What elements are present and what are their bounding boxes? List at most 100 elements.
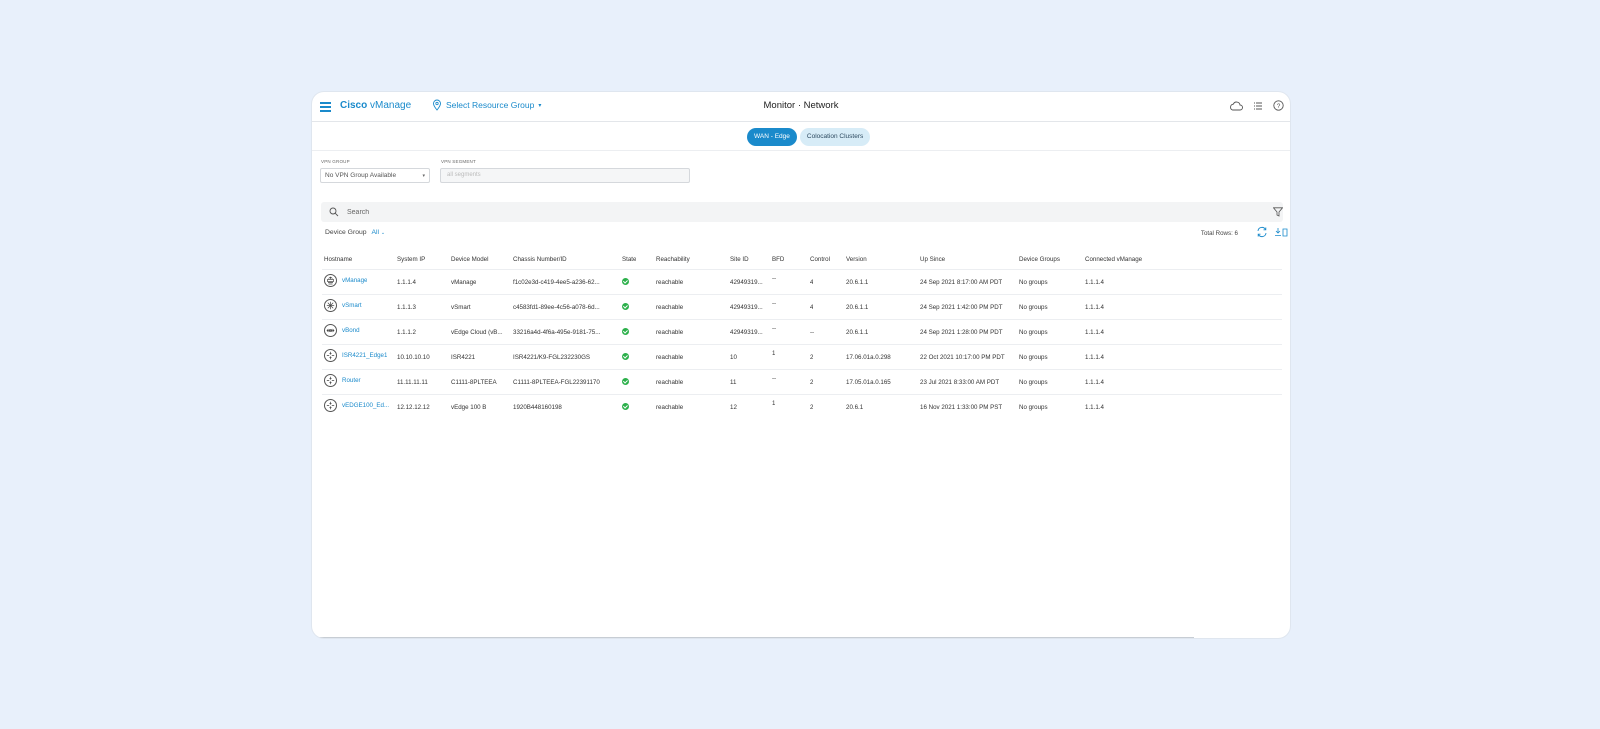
- search-bar: [321, 202, 1283, 222]
- chassis-cell: ISR4221/K9-FGL232230GS: [513, 354, 591, 361]
- connected-vmanage-cell: 1.1.1.4: [1085, 304, 1104, 311]
- col-header-version[interactable]: Version: [846, 256, 867, 263]
- chassis-cell: c4583fd1-89ee-4c56-a078-6d...: [513, 304, 600, 311]
- hostname-link[interactable]: vManage: [342, 277, 367, 284]
- hostname-link[interactable]: ISR4221_Edge1: [342, 352, 387, 359]
- vpn-group-label: VPN GROUP: [321, 159, 350, 164]
- state-cell: [622, 303, 629, 312]
- hamburger-menu-icon[interactable]: [320, 102, 331, 112]
- device-model-cell: vManage: [451, 279, 477, 286]
- col-header-hostname[interactable]: Hostname: [324, 256, 352, 263]
- table-row[interactable]: vEDGE100_Ed... 12.12.12.12 vEdge 100 B 1…: [322, 394, 1282, 419]
- top-bar: Cisco vManage Select Resource Group ▾ Mo…: [312, 92, 1290, 122]
- state-cell: [622, 378, 629, 387]
- connected-vmanage-cell: 1.1.1.4: [1085, 354, 1104, 361]
- version-cell: 17.06.01a.0.298: [846, 354, 891, 361]
- bfd-cell: --: [772, 275, 777, 282]
- chevron-down-icon: ⌄: [380, 230, 386, 236]
- resource-group-selector[interactable]: Select Resource Group ▾: [432, 99, 541, 111]
- state-cell: [622, 328, 629, 337]
- col-header-up-since[interactable]: Up Since: [920, 256, 945, 263]
- vpn-group-value: No VPN Group Available: [325, 172, 397, 179]
- brand-rest: vManage: [367, 100, 412, 111]
- table-row[interactable]: vBond 1.1.1.2 vEdge Cloud (vB... 33216a4…: [322, 319, 1282, 344]
- table-row[interactable]: Router 11.11.11.11 C1111-8PLTEEA C1111-8…: [322, 369, 1282, 394]
- col-header-system-ip[interactable]: System IP: [397, 256, 425, 263]
- vpn-segment-input[interactable]: all segments: [440, 168, 690, 183]
- hostname-cell: vSmart: [324, 299, 362, 312]
- divider: [312, 150, 1290, 151]
- hostname-link[interactable]: vEDGE100_Ed...: [342, 402, 389, 409]
- col-header-site-id[interactable]: Site ID: [730, 256, 768, 263]
- chassis-cell: C1111-8PLTEEA-FGL22391170: [513, 379, 600, 386]
- hostname-link[interactable]: vBond: [342, 327, 360, 334]
- version-cell: 20.6.1.1: [846, 304, 869, 311]
- filter-icon[interactable]: [1273, 207, 1283, 217]
- table-row[interactable]: ISR4221_Edge1 10.10.10.10 ISR4221 ISR422…: [322, 344, 1282, 369]
- bfd-cell: --: [772, 375, 777, 382]
- search-icon: [329, 207, 339, 217]
- app-brand[interactable]: Cisco vManage: [340, 100, 411, 111]
- device-groups-cell: No groups: [1019, 354, 1048, 361]
- system-ip-cell: 1.1.1.2: [397, 329, 416, 336]
- router-icon: [324, 374, 337, 387]
- table-row[interactable]: vSmart 1.1.1.3 vSmart c4583fd1-89ee-4c56…: [322, 294, 1282, 319]
- col-header-connected-vmanage[interactable]: Connected vManage: [1085, 256, 1142, 263]
- help-icon[interactable]: ?: [1273, 100, 1284, 111]
- control-cell: 2: [810, 354, 814, 361]
- bfd-cell[interactable]: 1: [772, 400, 775, 407]
- vpn-segment-label: VPN SEGMENT: [441, 159, 476, 164]
- hostname-cell: vEDGE100_Ed...: [324, 399, 389, 412]
- table-row[interactable]: vManage 1.1.1.4 vManage f1c02e3d-c419-4e…: [322, 269, 1282, 294]
- location-pin-icon: [433, 99, 441, 111]
- task-list-icon[interactable]: [1253, 101, 1263, 111]
- device-group-selected: All: [371, 229, 380, 236]
- device-model-cell: ISR4221: [451, 354, 476, 361]
- device-group-value[interactable]: All ⌄: [371, 229, 385, 236]
- col-header-chassis[interactable]: Chassis Number/ID: [513, 256, 617, 263]
- connected-vmanage-cell: 1.1.1.4: [1085, 329, 1104, 336]
- site-id-cell: 11: [730, 379, 737, 386]
- system-ip-cell: 1.1.1.3: [397, 304, 416, 311]
- col-header-device-groups[interactable]: Device Groups: [1019, 256, 1060, 263]
- version-cell: 20.6.1.1: [846, 279, 869, 286]
- search-input[interactable]: [347, 202, 1247, 222]
- reachability-cell: reachable: [656, 304, 684, 311]
- reachability-cell: reachable: [656, 279, 684, 286]
- col-header-device-model[interactable]: Device Model: [451, 256, 489, 263]
- up-since-cell: 16 Nov 2021 1:33:00 PM PST: [920, 404, 1003, 411]
- device-group-filter: Device Group All ⌄: [325, 229, 385, 236]
- hostname-link[interactable]: Router: [342, 377, 361, 384]
- site-id-cell: 10: [730, 354, 737, 361]
- state-cell: [622, 403, 629, 412]
- hostname-link[interactable]: vSmart: [342, 302, 362, 309]
- hostname-cell: vBond: [324, 324, 360, 337]
- bfd-cell[interactable]: 1: [772, 350, 775, 357]
- check-circle-icon: [622, 328, 629, 335]
- cloud-icon[interactable]: [1229, 101, 1243, 111]
- horizontal-scrollbar[interactable]: [312, 637, 1194, 638]
- router-icon: [324, 349, 337, 362]
- device-groups-cell: No groups: [1019, 379, 1048, 386]
- up-since-cell: 22 Oct 2021 10:17:00 PM PDT: [920, 354, 1005, 361]
- tab-colocation-clusters[interactable]: Colocation Clusters: [799, 128, 871, 146]
- col-header-bfd[interactable]: BFD: [772, 256, 784, 263]
- check-circle-icon: [622, 303, 629, 310]
- download-icon[interactable]: [1274, 227, 1288, 237]
- tab-wan-edge[interactable]: WAN - Edge: [747, 128, 797, 146]
- connected-vmanage-cell: 1.1.1.4: [1085, 404, 1104, 411]
- col-header-state[interactable]: State: [622, 256, 636, 263]
- col-header-reachability[interactable]: Reachability: [656, 256, 690, 263]
- up-since-cell: 24 Sep 2021 1:28:00 PM PDT: [920, 329, 1003, 336]
- up-since-cell: 24 Sep 2021 8:17:00 AM PDT: [920, 279, 1003, 286]
- refresh-icon[interactable]: [1256, 226, 1268, 238]
- svg-text:?: ?: [1277, 103, 1281, 110]
- view-tabs: WAN - Edge Colocation Clusters: [747, 128, 871, 146]
- chevron-down-icon: ▾: [422, 173, 425, 179]
- col-header-control[interactable]: Control: [810, 256, 830, 263]
- state-cell: [622, 278, 629, 287]
- chassis-cell: 1920B448160198: [513, 404, 562, 411]
- device-groups-cell: No groups: [1019, 404, 1048, 411]
- site-id-cell: 42949319...: [730, 304, 763, 311]
- vpn-group-select[interactable]: No VPN Group Available ▾: [320, 168, 430, 183]
